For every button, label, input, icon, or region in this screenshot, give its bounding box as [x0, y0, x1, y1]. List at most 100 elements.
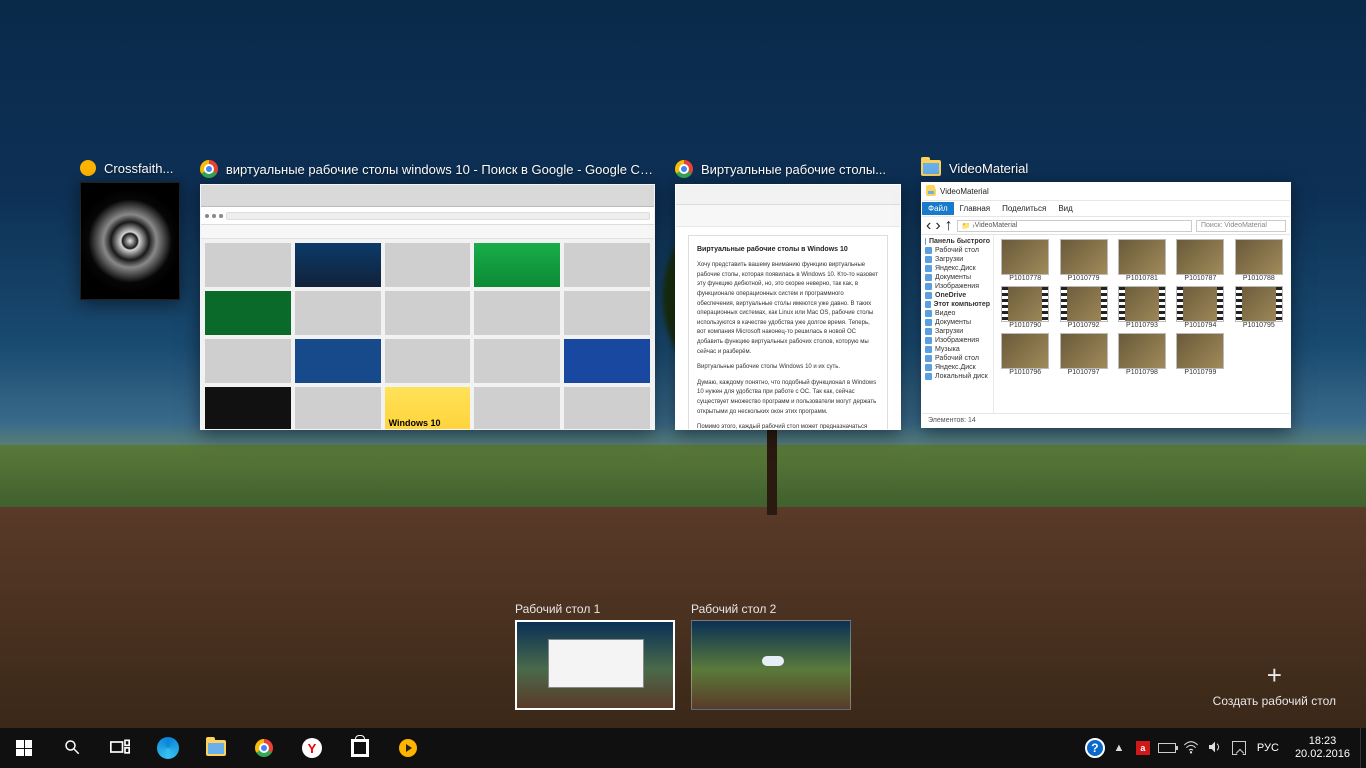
chevron-up-icon: ▲: [1113, 742, 1124, 754]
task-view: Crossfaith... виртуальные рабочие столы …: [0, 160, 1366, 430]
explorer-file: P1010790: [998, 286, 1052, 329]
taskview-window-title: VideoMaterial: [949, 161, 1028, 176]
explorer-file: P1010779: [1056, 239, 1110, 282]
task-view-button[interactable]: [96, 728, 144, 768]
explorer-nav-item: Рабочий стол: [922, 246, 993, 255]
explorer-file: P1010778: [998, 239, 1052, 282]
taskbar-app-aimp[interactable]: [384, 728, 432, 768]
explorer-nav-item: Видео: [922, 309, 993, 318]
taskview-window-chrome-search[interactable]: виртуальные рабочие столы windows 10 - П…: [200, 160, 655, 430]
docs-para: Помимо этого, каждый рабочий стол может …: [697, 423, 879, 430]
taskbar-app-edge[interactable]: [144, 728, 192, 768]
virtual-desktop-thumbnail[interactable]: [515, 620, 675, 710]
explorer-ribbon-tab: Главная: [954, 202, 996, 215]
explorer-file: P1010796: [998, 333, 1052, 376]
aimp-icon: [399, 739, 417, 757]
explorer-title: VideoMaterial: [940, 187, 989, 196]
docs-para: Виртуальные рабочие столы Windows 10 и и…: [697, 363, 879, 373]
help-icon: ?: [1085, 738, 1105, 758]
tray-language[interactable]: РУС: [1251, 742, 1285, 754]
explorer-nav-item: Рабочий стол: [922, 354, 993, 363]
explorer-nav-item: Изображения: [922, 336, 993, 345]
explorer-file: P1010797: [1056, 333, 1110, 376]
taskbar-app-explorer[interactable]: [192, 728, 240, 768]
taskview-window-chrome-docs[interactable]: Виртуальные рабочие столы... Виртуальные…: [675, 160, 901, 430]
battery-icon: [1158, 743, 1176, 753]
explorer-nav: Панель быстрогоРабочий столЗагрузкиЯндек…: [922, 235, 994, 413]
search-button[interactable]: [48, 728, 96, 768]
taskview-window-thumbnail[interactable]: [200, 184, 655, 430]
edge-icon: [157, 737, 179, 759]
tray-network[interactable]: [1179, 728, 1203, 768]
aimp-icon: [80, 160, 96, 176]
tray-overflow[interactable]: ▲: [1107, 728, 1131, 768]
explorer-ribbon-tab: Файл: [922, 202, 954, 215]
taskbar-app-yandex[interactable]: Y: [288, 728, 336, 768]
explorer-nav-item: Загрузки: [922, 327, 993, 336]
explorer-file: P1010799: [1173, 333, 1227, 376]
explorer-file: P1010795: [1232, 286, 1286, 329]
docs-para: Хочу представить вашему вниманию функцию…: [697, 261, 879, 357]
file-explorer-icon: [206, 740, 226, 756]
virtual-desktop[interactable]: Рабочий стол 1: [515, 602, 675, 710]
taskview-window-title: Виртуальные рабочие столы...: [701, 162, 886, 177]
plus-icon: +: [1267, 662, 1282, 688]
store-icon: [351, 739, 369, 757]
docs-heading: Виртуальные рабочие столы в Windows 10: [697, 244, 879, 255]
tray-avira[interactable]: a: [1131, 728, 1155, 768]
virtual-desktop-thumbnail[interactable]: [691, 620, 851, 710]
show-desktop-button[interactable]: [1360, 728, 1366, 768]
taskview-window-thumbnail[interactable]: [80, 182, 180, 300]
virtual-desktop-label: Рабочий стол 2: [691, 602, 851, 616]
docs-para: Думаю, каждому понятно, что подобный фун…: [697, 379, 879, 417]
explorer-file: P1010793: [1115, 286, 1169, 329]
explorer-status: Элементов: 14: [922, 413, 1290, 427]
wifi-icon: [1183, 740, 1199, 757]
explorer-nav-item: Яндекс.Диск: [922, 363, 993, 372]
chrome-icon: [675, 160, 693, 178]
taskbar: Y ? ▲ a РУС 18:23 20.02.2016: [0, 728, 1366, 768]
taskbar-app-chrome[interactable]: [240, 728, 288, 768]
taskview-window-explorer[interactable]: VideoMaterial VideoMaterial ФайлГлавнаяП…: [921, 160, 1291, 430]
windows-logo-icon: [16, 740, 32, 756]
explorer-nav-item: OneDrive: [922, 291, 993, 300]
tray-volume[interactable]: [1203, 728, 1227, 768]
explorer-nav-item: Музыка: [922, 345, 993, 354]
taskview-window-thumbnail[interactable]: Виртуальные рабочие столы в Windows 10 Х…: [675, 184, 901, 430]
explorer-ribbon-tab: Поделиться: [996, 202, 1052, 215]
start-button[interactable]: [0, 728, 48, 768]
explorer-file: P1010787: [1173, 239, 1227, 282]
chrome-icon: [255, 739, 273, 757]
folder-icon: [921, 160, 941, 176]
taskview-window-aimp[interactable]: Crossfaith...: [80, 160, 180, 430]
tray-battery[interactable]: [1155, 728, 1179, 768]
new-desktop-button[interactable]: + Создать рабочий стол: [1213, 662, 1336, 708]
tray-action-center[interactable]: [1227, 728, 1251, 768]
explorer-address: 📁 › VideoMaterial: [957, 220, 1192, 232]
explorer-nav-item: Изображения: [922, 282, 993, 291]
volume-icon: [1207, 740, 1223, 757]
taskview-window-thumbnail[interactable]: VideoMaterial ФайлГлавнаяПоделитьсяВид ‹…: [921, 182, 1291, 428]
explorer-nav-item: Документы: [922, 318, 993, 327]
virtual-desktop[interactable]: Рабочий стол 2: [691, 602, 851, 710]
explorer-nav-item: Этот компьютер: [922, 300, 993, 309]
taskview-window-title: виртуальные рабочие столы windows 10 - П…: [226, 162, 655, 177]
explorer-file: P1010788: [1232, 239, 1286, 282]
explorer-file: P1010792: [1056, 286, 1110, 329]
clock-date: 20.02.2016: [1295, 748, 1350, 761]
taskbar-app-store[interactable]: [336, 728, 384, 768]
explorer-nav-item: Яндекс.Диск: [922, 264, 993, 273]
action-center-icon: [1232, 741, 1246, 755]
taskview-window-title: Crossfaith...: [104, 161, 173, 176]
explorer-file: P1010794: [1173, 286, 1227, 329]
explorer-file: P1010798: [1115, 333, 1169, 376]
avira-icon: a: [1136, 741, 1150, 755]
explorer-file-grid: P1010778P1010779P1010781P1010787P1010788…: [994, 235, 1290, 413]
tray-clock[interactable]: 18:23 20.02.2016: [1285, 735, 1360, 761]
tray-help[interactable]: ?: [1083, 728, 1107, 768]
explorer-ribbon-tab: Вид: [1052, 202, 1078, 215]
clock-time: 18:23: [1295, 735, 1350, 748]
chrome-icon: [200, 160, 218, 178]
yandex-icon: Y: [302, 738, 322, 758]
explorer-nav-item: Загрузки: [922, 255, 993, 264]
